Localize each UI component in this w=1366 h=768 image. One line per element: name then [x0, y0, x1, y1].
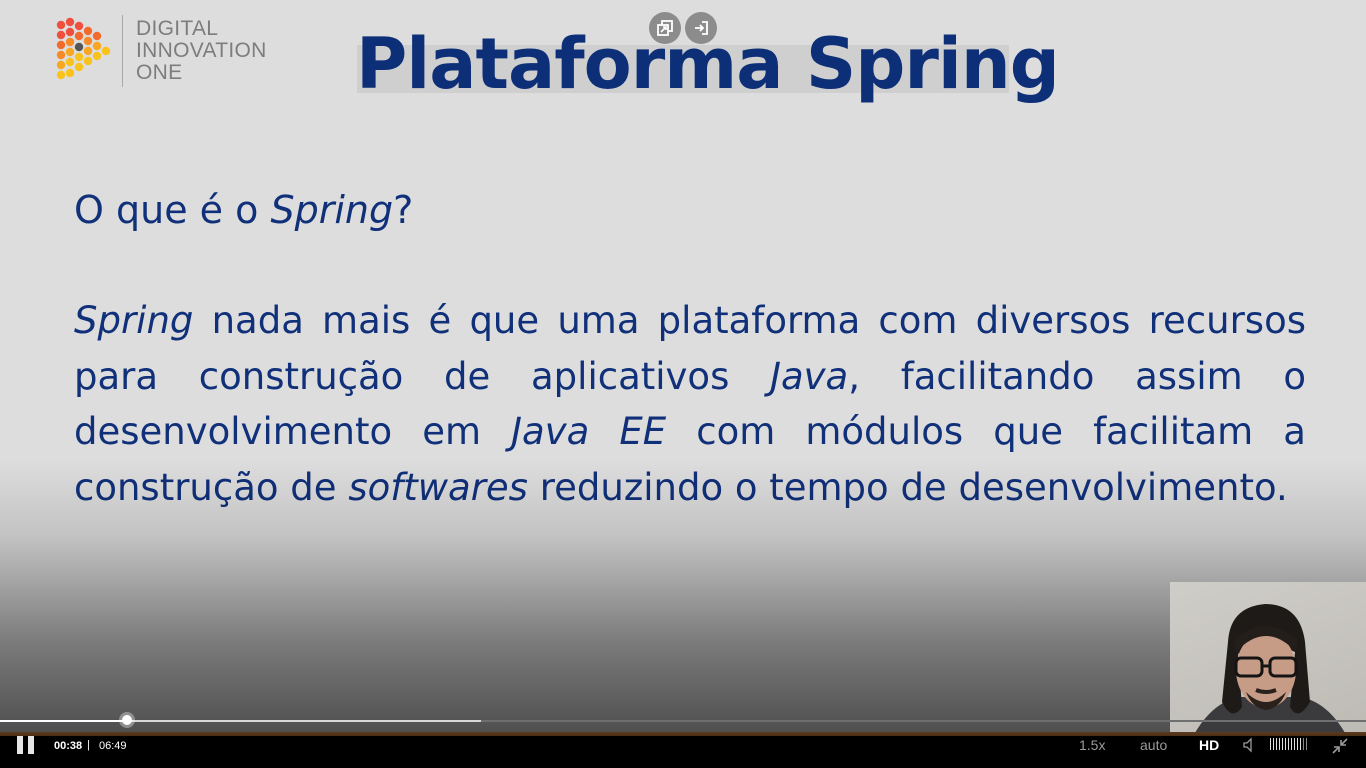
seek-bar[interactable] — [0, 715, 1366, 725]
popout-icon — [657, 20, 673, 36]
video-player[interactable]: DIGITAL INNOVATION ONE Plataforma Spring… — [0, 0, 1366, 768]
exit-button[interactable] — [685, 12, 717, 44]
logo-wordmark: DIGITAL INNOVATION ONE — [136, 18, 267, 84]
control-bar: 00:38 | 06:49 1.5x auto HD — [0, 736, 1366, 768]
volume-level-bar — [1288, 738, 1289, 750]
seek-bar-played — [0, 720, 128, 722]
volume-level-bar — [1279, 738, 1280, 750]
presenter-image — [1190, 604, 1350, 742]
slide-frame: DIGITAL INNOVATION ONE Plataforma Spring… — [0, 0, 1366, 768]
volume-level-bar — [1294, 738, 1295, 750]
para-italic-softwares: softwares — [348, 465, 528, 509]
volume-level-bar — [1282, 738, 1283, 750]
para-italic-java: Java — [770, 354, 849, 398]
volume-level-bar — [1297, 738, 1298, 750]
question-italic: Spring — [270, 188, 394, 232]
exit-icon — [695, 21, 708, 35]
hd-button[interactable]: HD — [1199, 737, 1219, 753]
volume-level-bar — [1291, 738, 1292, 750]
pause-icon-bar — [28, 736, 34, 754]
slide-question: O que é o Spring? — [74, 185, 413, 235]
volume-level-bar — [1276, 738, 1277, 750]
logo-line-1: DIGITAL — [136, 17, 219, 40]
current-time: 00:38 — [54, 740, 83, 752]
seek-handle[interactable] — [122, 715, 133, 725]
slide-paragraph: Spring nada mais é que uma plataforma co… — [74, 293, 1306, 515]
volume-level-bar — [1273, 738, 1274, 750]
pause-button[interactable] — [17, 736, 37, 754]
volume-level-bar — [1300, 738, 1301, 750]
para-italic-javaee: Java EE — [511, 410, 667, 453]
duration: 06:49 — [99, 740, 127, 752]
popout-button[interactable] — [649, 12, 681, 44]
logo-line-3: ONE — [136, 61, 183, 84]
pause-icon — [17, 736, 23, 754]
para-text-4: reduzindo o tempo de desenvolvimento. — [527, 465, 1288, 509]
volume-level-bar — [1270, 738, 1271, 750]
time-separator: | — [87, 739, 90, 751]
logo-divider — [122, 15, 123, 87]
exit-fullscreen-icon[interactable] — [1331, 737, 1349, 755]
logo-mark-icon — [56, 17, 111, 80]
question-prefix: O que é o — [74, 188, 271, 232]
volume-level-bar — [1303, 738, 1304, 750]
volume-slider[interactable] — [1270, 738, 1307, 750]
volume-level-bar — [1306, 738, 1307, 750]
question-suffix: ? — [393, 188, 414, 232]
digital-innovation-one-logo: DIGITAL INNOVATION ONE — [55, 15, 295, 91]
playback-speed-button[interactable]: 1.5x — [1079, 737, 1105, 753]
volume-level-bar — [1285, 738, 1286, 750]
logo-line-2: INNOVATION — [136, 39, 267, 62]
presenter-webcam — [1170, 582, 1366, 742]
volume-icon[interactable] — [1243, 737, 1259, 753]
para-italic-spring: Spring — [74, 299, 194, 342]
quality-auto-button[interactable]: auto — [1140, 737, 1167, 753]
